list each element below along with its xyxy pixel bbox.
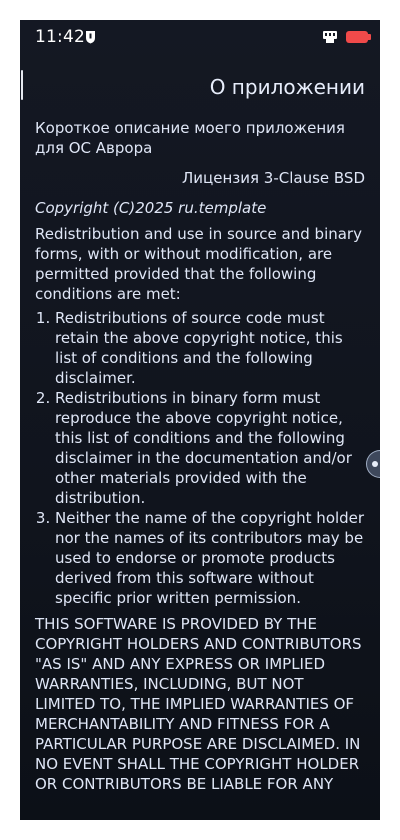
app-description: Короткое описание моего приложения для О… bbox=[35, 119, 345, 157]
status-time: 11:42 bbox=[35, 27, 85, 47]
about-content: Короткое описание моего приложения для О… bbox=[35, 118, 365, 794]
license-condition: Neither the name of the copyright holder… bbox=[55, 508, 365, 608]
ethernet-icon bbox=[323, 31, 337, 43]
license-condition: Redistributions of source code must reta… bbox=[55, 308, 365, 388]
license-intro: Redistribution and use in source and bin… bbox=[35, 225, 362, 303]
license-condition: Redistributions in binary form must repr… bbox=[55, 388, 365, 508]
license-title: Лицензия 3-Clause BSD bbox=[182, 169, 365, 187]
shield-notification-icon bbox=[86, 31, 95, 44]
status-indicators bbox=[322, 30, 371, 44]
license-conditions: Redistributions of source code must reta… bbox=[35, 308, 365, 608]
phone-screen: 11:42 О приложении Короткое описание мое… bbox=[20, 20, 380, 820]
status-bar: 11:42 bbox=[20, 20, 380, 56]
scroll-handle[interactable] bbox=[366, 450, 380, 478]
page-title: О приложении bbox=[209, 75, 365, 99]
battery-low-icon bbox=[346, 31, 371, 43]
copyright-line: Copyright (C)2025 ru.template bbox=[35, 199, 267, 217]
license-disclaimer: THIS SOFTWARE IS PROVIDED BY THE COPYRIG… bbox=[35, 615, 362, 793]
